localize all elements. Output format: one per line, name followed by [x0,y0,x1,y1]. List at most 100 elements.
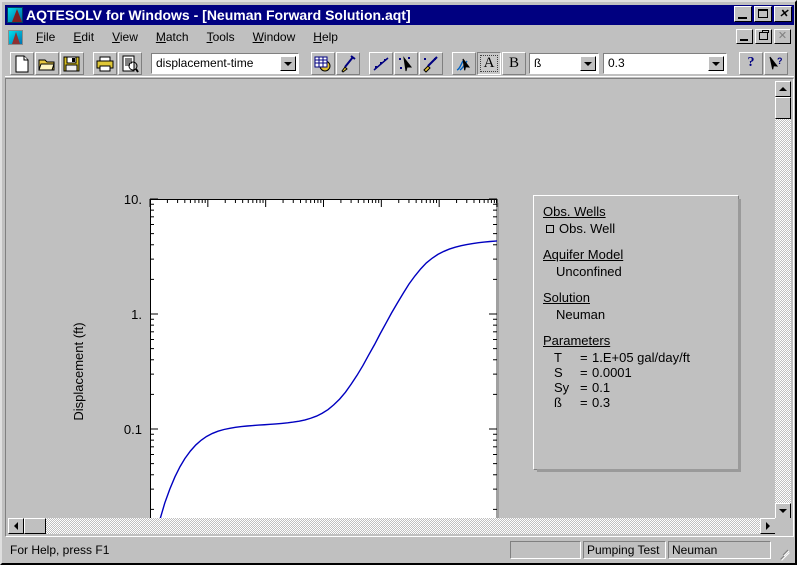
scroll-right-button[interactable] [760,518,776,534]
menu-item-window[interactable]: Window [244,28,305,46]
legend-heading-aquifer-model: Aquifer Model [543,247,624,262]
parameter-value-s: 0.0001 [592,365,632,380]
x-axis-ticks [149,199,498,207]
vertical-scrollbar[interactable] [775,81,791,519]
legend-item-obs-well: Obs. Well [546,221,738,236]
svg-text:0.1: 0.1 [124,422,142,437]
status-blank-panel [510,541,581,559]
mdi-client-area: 0.010.11.10.100.1000.1.E+04 0.010.11.10.… [5,78,794,537]
chart-type-value: displacement-time [156,56,254,70]
resize-grip[interactable] [778,545,792,561]
close-button[interactable]: ✕ [774,6,792,22]
edit-wells-button[interactable] [336,51,360,75]
mdi-close-icon: ✕ [777,30,788,42]
maximize-button[interactable] [754,6,772,22]
mdi-restore-button[interactable] [755,29,772,44]
parameter-eq-s: = [580,365,588,380]
mdi-close-button[interactable]: ✕ [774,29,791,44]
chart-type-combo[interactable]: displacement-time [151,52,299,74]
status-bar: For Help, press F1 Pumping Test Neuman [5,540,794,561]
legend-parameter-sy: Sy = 0.1 [554,380,738,395]
menu-item-file[interactable]: File [27,28,64,46]
parameter-value-t: 1.E+05 gal/day/ft [592,350,690,365]
menu-item-help[interactable]: Help [304,28,347,46]
menu-item-match[interactable]: Match [147,28,198,46]
print-preview-icon [122,55,139,73]
horizontal-scroll-track[interactable] [24,518,760,534]
application-window: AQTESOLV for Windows - [Neuman Forward S… [0,0,797,565]
minimize-button[interactable] [734,6,752,22]
printer-icon [96,56,114,71]
print-button[interactable] [93,51,117,75]
tab-b-button[interactable]: B [502,51,526,75]
y-axis-label: Displacement (ft) [71,322,86,420]
tab-a-button[interactable]: A [477,51,501,75]
horizontal-scrollbar[interactable] [8,518,776,534]
legend-heading-parameters: Parameters [543,333,611,348]
parameter-name-sy: Sy [554,380,570,395]
parameter-eq-beta: = [580,395,588,410]
legend-item-solution: Neuman [556,307,606,322]
print-preview-button[interactable] [118,51,142,75]
visual-match-button[interactable] [369,51,393,75]
svg-text:1.: 1. [131,307,142,322]
legend-parameter-s: S = 0.0001 [554,365,738,380]
parameter-value: ß [534,56,542,70]
vertical-scroll-track[interactable] [775,97,791,503]
window-controls: ✕ [734,6,792,22]
context-help-button[interactable]: ? [764,51,788,75]
curve-fit-icon [456,58,471,71]
cursor-match-button[interactable] [394,51,418,75]
chevron-down-icon[interactable] [708,55,724,71]
mdi-child-controls: ✕ [736,29,791,44]
chart-area: 0.010.11.10.100.1000.1.E+04 0.010.11.10.… [8,81,760,519]
new-file-button[interactable] [10,51,34,75]
well-brush-icon [341,54,356,73]
chevron-down-icon[interactable] [580,55,596,71]
legend-item-obs-well-label: Obs. Well [559,221,616,236]
y-axis-ticks [150,198,497,510]
parameter-eq-t: = [580,350,588,365]
active-match-button[interactable] [452,51,476,75]
chevron-down-icon[interactable] [280,55,296,71]
y-axis-tick-labels: 0.010.11.10. [124,192,142,437]
status-test-type: Pumping Test [583,541,666,559]
save-file-button[interactable] [60,51,84,75]
chart-legend: Obs. Wells Obs. Well Aquifer Model Uncon… [533,195,741,472]
vertical-scroll-thumb[interactable] [775,97,791,119]
parameter-name-beta: ß [554,395,562,410]
menu-bar: File Edit View Match Tools Window Help ✕ [5,27,794,47]
menu-item-tools[interactable]: Tools [198,28,244,46]
toolbar: displacement-time A B ß 0.3 ? ? [5,49,794,77]
horizontal-scroll-thumb[interactable] [24,518,46,534]
parameter-value-combo[interactable]: 0.3 [603,52,727,74]
window-title: AQTESOLV for Windows - [Neuman Forward S… [26,7,411,23]
tab-a-label: A [478,53,500,74]
mdi-minimize-button[interactable] [736,29,753,44]
tab-b-label: B [508,54,519,71]
scroll-left-button[interactable] [8,518,24,534]
automatic-match-button[interactable] [419,51,443,75]
parameter-eq-sy: = [580,380,588,395]
close-icon: ✕ [779,8,789,20]
document-icon[interactable] [8,29,23,45]
open-folder-icon [38,59,55,70]
help-button[interactable]: ? [739,51,763,75]
grid-data-button[interactable] [311,51,335,75]
legend-shadow-right [738,199,741,472]
question-mark-icon: ? [747,55,755,70]
scroll-down-button[interactable] [775,503,791,519]
open-file-button[interactable] [35,51,59,75]
app-logo-icon [7,7,23,23]
scrollbar-corner [775,518,791,534]
menu-item-edit[interactable]: Edit [64,28,103,46]
parameter-name-s: S [554,365,563,380]
parameter-value-sy: 0.1 [592,380,611,395]
table-grid-icon [314,56,331,71]
svg-text:10.: 10. [124,192,142,207]
menu-item-view[interactable]: View [103,28,147,46]
legend-parameter-beta: ß = 0.3 [554,395,738,410]
parameter-combo[interactable]: ß [529,52,599,74]
status-help-text: For Help, press F1 [5,541,510,559]
scroll-up-button[interactable] [775,81,791,97]
